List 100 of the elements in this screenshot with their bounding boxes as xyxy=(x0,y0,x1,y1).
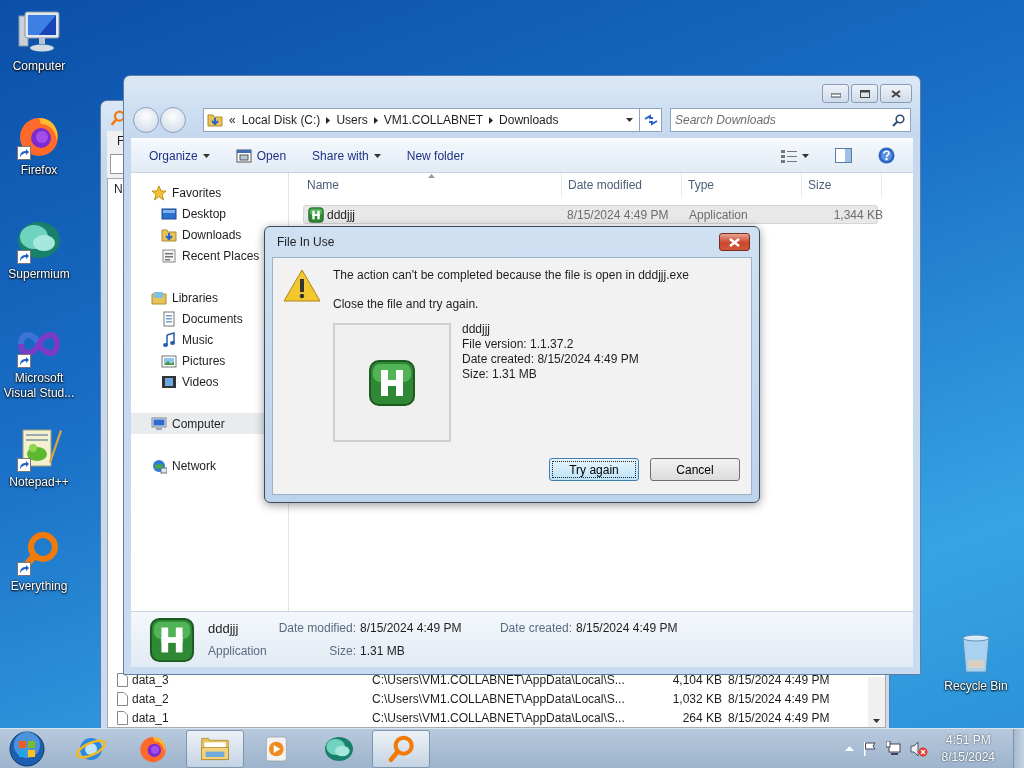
folder-icon xyxy=(161,226,177,243)
flag-icon[interactable] xyxy=(861,740,878,757)
search-field[interactable] xyxy=(110,154,124,174)
separator-arrow-icon[interactable] xyxy=(326,116,331,124)
app-icon xyxy=(149,616,195,663)
computer-icon xyxy=(151,415,167,432)
speaker-muted-icon[interactable] xyxy=(909,740,928,757)
music-icon xyxy=(161,331,177,348)
column-header[interactable]: N xyxy=(114,182,123,196)
taskbar-button[interactable] xyxy=(372,729,430,768)
open-icon xyxy=(235,147,252,164)
dialog-message: Close the file and try again. xyxy=(333,297,480,312)
nav-item[interactable]: Pictures xyxy=(131,350,229,371)
file-path: C:\Users\VM1.COLLABNET\AppData\Local\S... xyxy=(372,671,626,689)
app-icon xyxy=(368,358,416,407)
file-path: C:\Users\VM1.COLLABNET\AppData\Local\S... xyxy=(372,690,626,708)
scroll-down-icon[interactable] xyxy=(873,719,880,723)
file-type: Application xyxy=(688,207,749,224)
breadcrumb-overflow[interactable]: « xyxy=(229,111,236,129)
film-icon xyxy=(161,373,177,390)
desktop-icon xyxy=(161,205,177,222)
file-info: dddjjj xyxy=(462,322,492,337)
icon-label: Supermium xyxy=(7,267,71,282)
maximize-button[interactable] xyxy=(851,84,878,103)
toolbar-button[interactable]: New folder xyxy=(398,144,473,167)
column-header[interactable]: Type xyxy=(682,173,802,197)
nav-item[interactable]: Desktop xyxy=(131,203,230,224)
document-icon xyxy=(161,310,177,327)
breadcrumb-item[interactable]: Downloads xyxy=(499,111,559,129)
column-header[interactable]: Size xyxy=(802,173,882,197)
file-size: 1,344 KB xyxy=(832,207,884,224)
nav-item[interactable]: Downloads xyxy=(131,224,245,245)
icon-label: Computer xyxy=(11,59,67,74)
network-icon[interactable] xyxy=(885,740,902,757)
dialog-message: The action can't be completed because the file is open in dddjjj.exe xyxy=(333,268,689,283)
nav-item[interactable]: Videos xyxy=(131,371,222,392)
breadcrumb-item[interactable]: Users xyxy=(336,111,368,129)
dialog-button[interactable]: Cancel xyxy=(650,458,740,481)
toolbar-button[interactable]: Share with xyxy=(304,144,389,167)
icon-label: Everything xyxy=(9,579,69,594)
field-value: 8/15/2024 4:49 PM xyxy=(360,620,463,638)
separator-arrow-icon[interactable] xyxy=(373,116,378,124)
nav-item[interactable]: Libraries xyxy=(131,287,222,308)
close-button[interactable] xyxy=(719,233,750,251)
refresh-button[interactable] xyxy=(640,108,662,132)
file-icon xyxy=(117,672,128,687)
close-icon xyxy=(891,89,901,98)
file-date: 8/15/2024 4:49 PM xyxy=(728,709,830,727)
file-info: File version: 1.1.37.2 xyxy=(462,337,575,352)
taskbar-button[interactable] xyxy=(186,729,244,768)
close-icon xyxy=(729,237,740,247)
dialog-title: File In Use xyxy=(277,234,335,251)
toolbar-button[interactable]: Open xyxy=(227,144,295,167)
column-header[interactable]: Name xyxy=(301,173,562,197)
clock-date: 8/15/2024 xyxy=(941,748,995,766)
refresh-icon xyxy=(643,114,658,126)
field-value: 1.31 MB xyxy=(360,642,406,660)
maximize-icon xyxy=(859,89,870,98)
nav-item[interactable]: Computer xyxy=(131,413,265,434)
file-type: Application xyxy=(208,642,268,660)
nav-item[interactable]: Music xyxy=(131,329,217,350)
scrollbar[interactable] xyxy=(868,677,885,727)
file-size: 264 KB xyxy=(681,709,722,727)
pictures-icon xyxy=(161,352,177,369)
pane-icon xyxy=(835,148,852,163)
column-header[interactable]: Date modified xyxy=(562,173,682,197)
list-view-icon xyxy=(781,148,797,163)
nav-item[interactable]: Documents xyxy=(131,308,246,329)
file-icon xyxy=(117,710,128,725)
close-button[interactable] xyxy=(880,84,912,103)
nav-item[interactable]: Favorites xyxy=(131,182,225,203)
file-name: dddjjj xyxy=(208,620,240,639)
sort-arrow-icon xyxy=(428,174,435,178)
file-name: dddjjj xyxy=(327,207,356,224)
breadcrumb-item[interactable]: VM1.COLLABNET xyxy=(383,111,484,129)
file-name: data_3 xyxy=(132,671,170,689)
nav-item[interactable]: Network xyxy=(131,455,219,476)
file-name: data_1 xyxy=(132,709,170,727)
dropdown-caret-icon[interactable] xyxy=(626,118,633,122)
search-field[interactable]: Search Downloads xyxy=(670,108,911,132)
start-button[interactable] xyxy=(8,729,46,768)
nav-item[interactable]: Recent Places xyxy=(131,245,263,266)
address-bar[interactable]: « Local Disk (C:) Users VM1.COLLABNET Downloads xyxy=(203,108,640,132)
network-icon xyxy=(151,457,167,474)
toolbar-button[interactable]: Organize xyxy=(141,144,218,167)
search-icon[interactable] xyxy=(892,114,905,127)
field-label: Date modified: xyxy=(277,620,356,638)
dialog-button[interactable]: Try again xyxy=(549,458,639,481)
field-value: 8/15/2024 4:49 PM xyxy=(576,620,678,638)
file-path: C:\Users\VM1.COLLABNET\AppData\Local\S... xyxy=(372,709,626,727)
clock-time: 4:51 PM xyxy=(944,731,992,749)
separator-arrow-icon[interactable] xyxy=(489,116,494,124)
field-label: Date created: xyxy=(498,620,572,638)
breadcrumb-item[interactable]: Local Disk (C:) xyxy=(241,111,321,129)
file-info: Date created: 8/15/2024 4:49 PM xyxy=(462,352,639,367)
caret-icon xyxy=(802,153,809,158)
file-date: 8/15/2024 4:49 PM xyxy=(566,207,670,224)
file-name: data_2 xyxy=(132,690,170,708)
app-icon xyxy=(308,207,324,223)
file-icon xyxy=(117,691,128,706)
